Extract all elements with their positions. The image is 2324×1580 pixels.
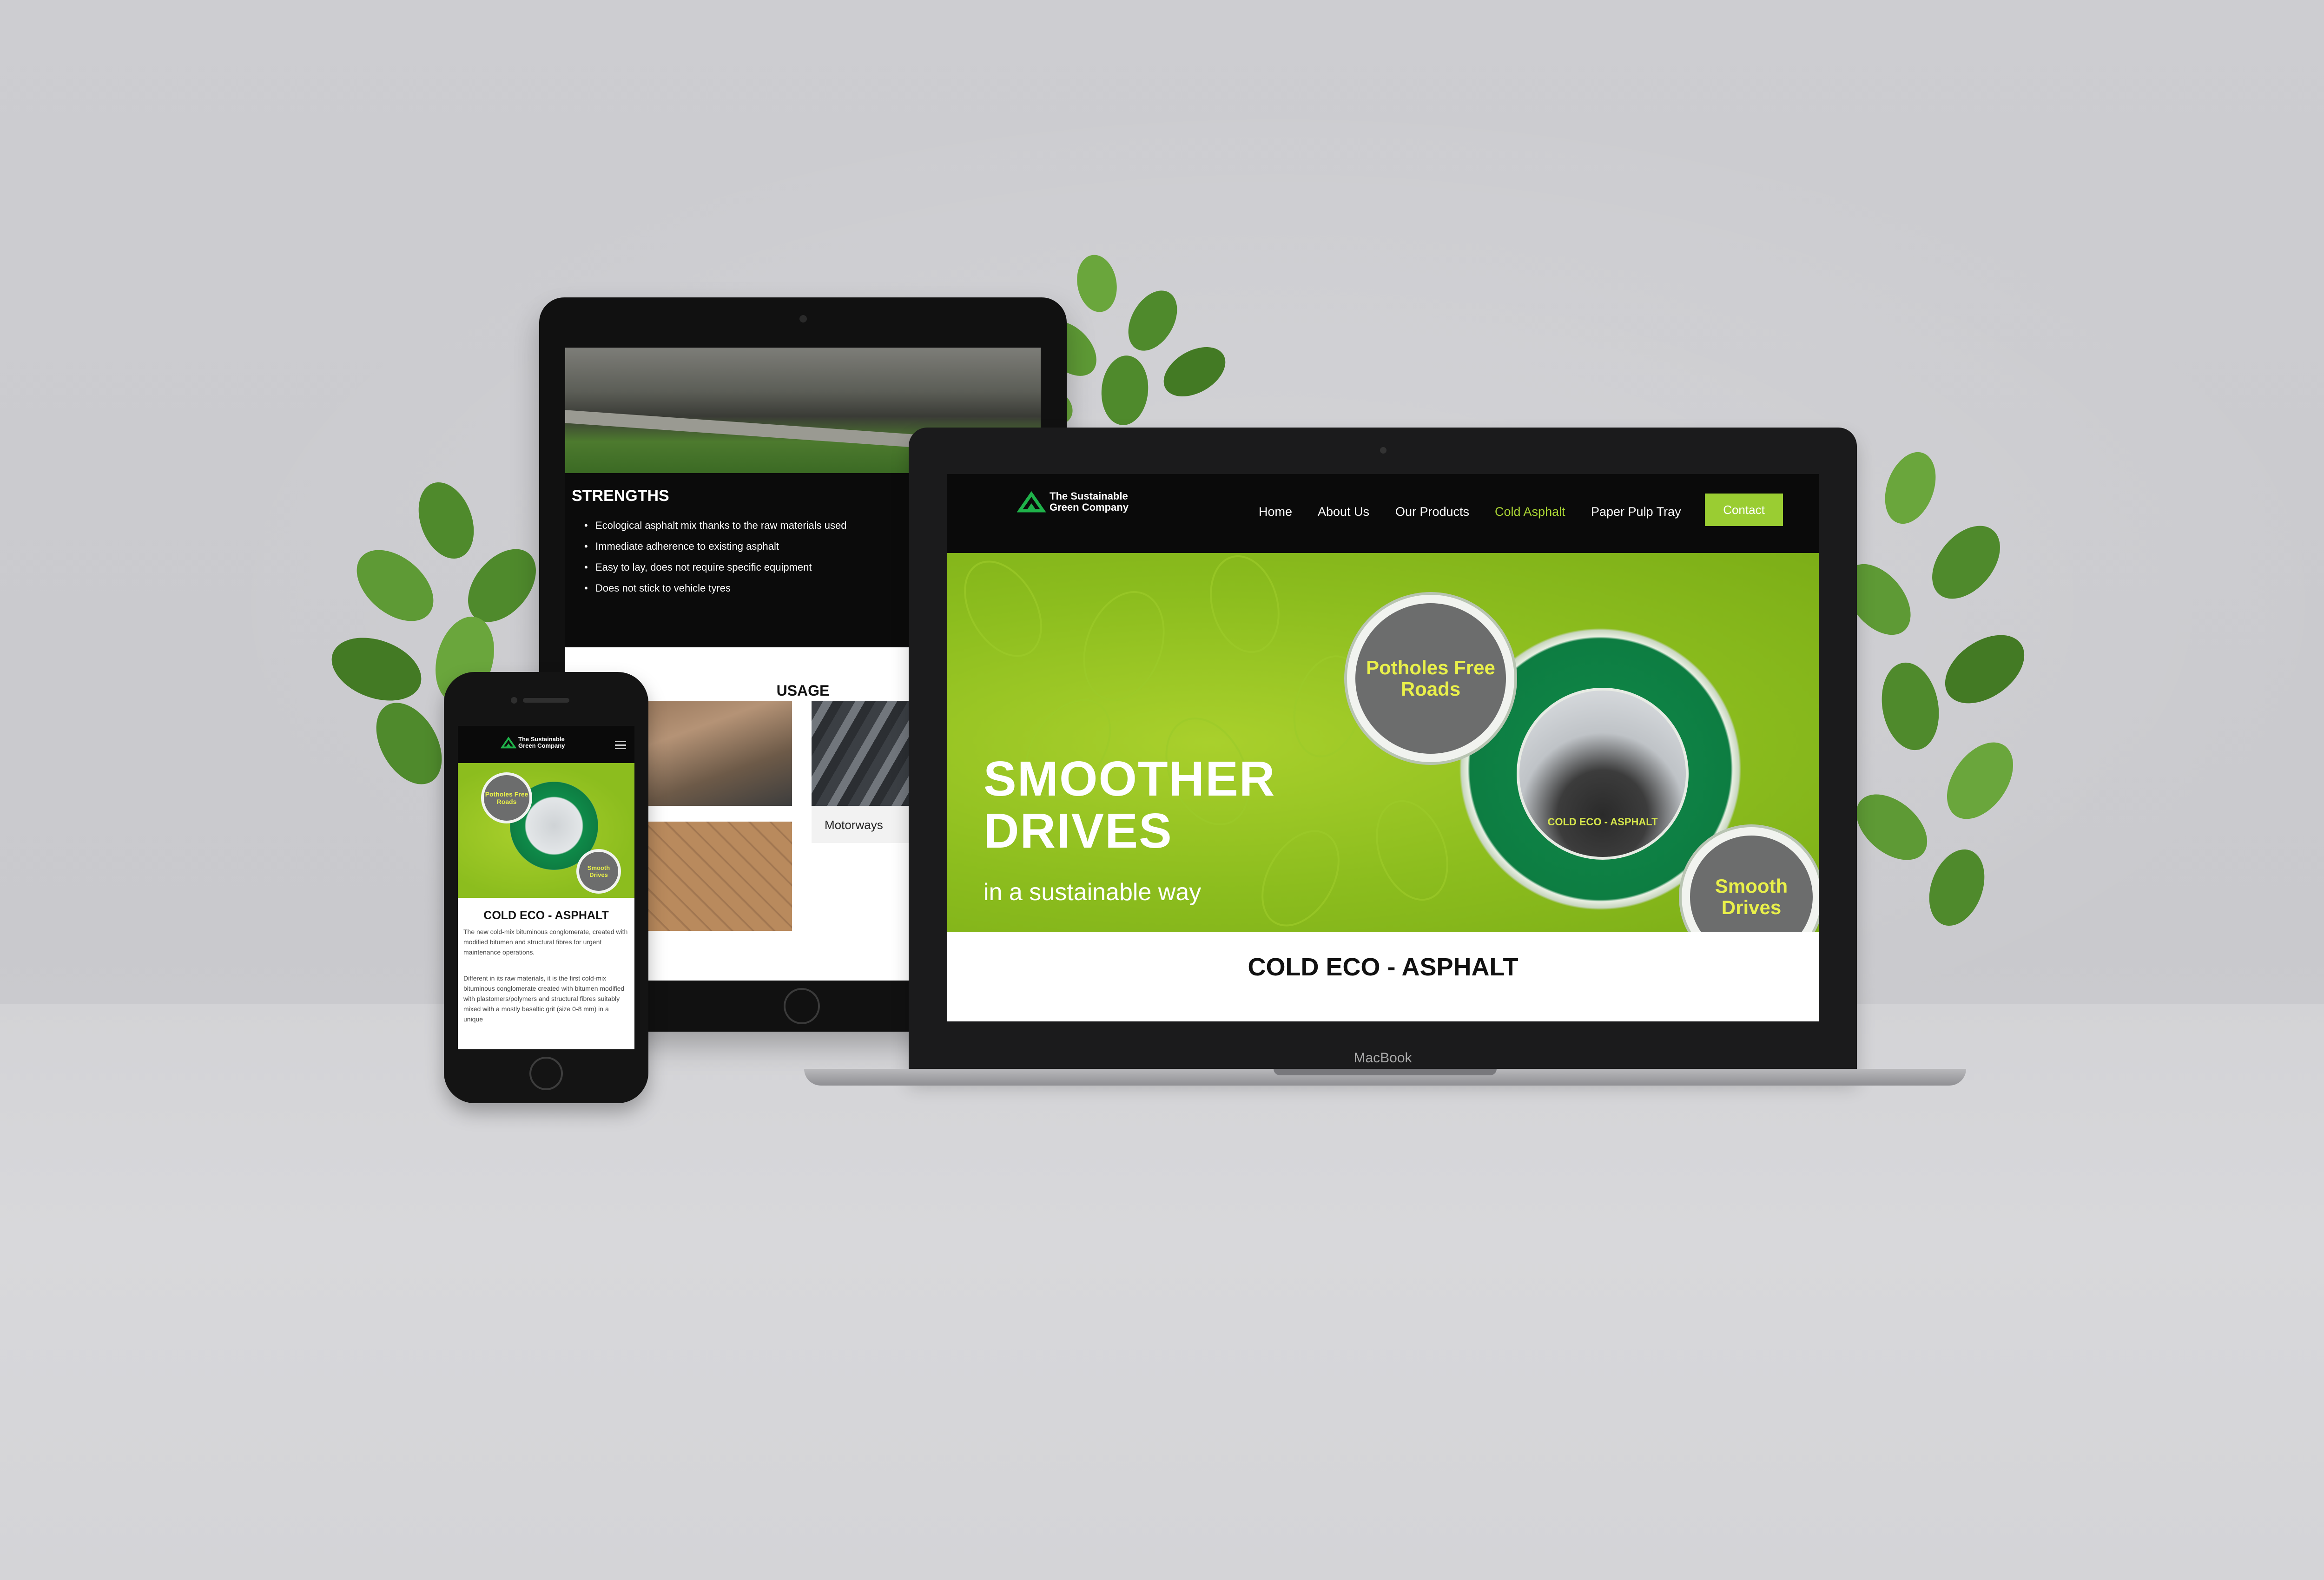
- laptop-brand-label: MacBook: [1353, 1050, 1412, 1066]
- phone-header: The Sustainable Green Company: [458, 726, 634, 763]
- strength-item: Does not stick to vehicle tyres: [584, 582, 846, 594]
- floor-surface: [0, 1004, 2324, 1580]
- hero-title-line-2: DRIVES: [984, 803, 1173, 858]
- hero-banner: SMOOTHER DRIVES in a sustainable way COL…: [947, 553, 1819, 932]
- strengths-title: STRENGTHS: [572, 487, 669, 505]
- strength-item: Easy to lay, does not require specific e…: [584, 561, 846, 573]
- product-label: COLD ECO - ASPHALT: [1547, 816, 1658, 828]
- phone-device: The Sustainable Green Company Potholes F…: [444, 672, 648, 1103]
- contact-button[interactable]: Contact: [1705, 494, 1783, 526]
- plant-right: [1827, 446, 2040, 957]
- strength-item: Ecological asphalt mix thanks to the raw…: [584, 520, 846, 532]
- laptop-base: [804, 1069, 1966, 1086]
- logo-text: The Sustainable Green Company: [1050, 491, 1129, 513]
- logo-line-1: The Sustainable: [1050, 490, 1128, 502]
- usage-card-label: Motorways: [825, 818, 883, 832]
- phone-section-title: COLD ECO - ASPHALT: [483, 909, 609, 922]
- phone-screen: The Sustainable Green Company Potholes F…: [458, 726, 634, 1049]
- laptop-screen: The Sustainable Green Company Home About…: [947, 474, 1819, 1021]
- hero-title: SMOOTHER DRIVES: [984, 753, 1275, 857]
- phone-logo-text: The Sustainable Green Company: [518, 736, 565, 749]
- nav-paper-pulp-tray[interactable]: Paper Pulp Tray: [1591, 505, 1681, 519]
- phone-bubble-potholes: Potholes Free Roads: [481, 772, 532, 823]
- laptop-device: The Sustainable Green Company Home About…: [909, 428, 1857, 1077]
- phone-paragraph-2: Different in its raw materials, it is th…: [463, 974, 625, 1023]
- tablet-camera: [799, 315, 807, 323]
- nav-about-us[interactable]: About Us: [1318, 505, 1369, 519]
- strength-item: Immediate adherence to existing asphalt: [584, 540, 846, 553]
- laptop-camera: [1380, 447, 1386, 454]
- hero-subtitle: in a sustainable way: [984, 879, 1202, 906]
- site-logo[interactable]: The Sustainable Green Company: [1017, 491, 1129, 513]
- hero-title-line-1: SMOOTHER: [984, 751, 1276, 806]
- hamburger-menu-icon[interactable]: [615, 741, 626, 749]
- nav-home[interactable]: Home: [1259, 505, 1292, 519]
- product-photo: COLD ECO - ASPHALT: [1517, 688, 1689, 860]
- phone-camera: [511, 697, 517, 704]
- site-header: The Sustainable Green Company Home About…: [947, 474, 1819, 553]
- phone-logo-line-1: The Sustainable: [518, 736, 565, 743]
- phone-hero: Potholes Free Roads Smooth Drives: [458, 763, 634, 898]
- tablet-home-button[interactable]: [784, 988, 820, 1024]
- phone-logo-line-2: Green Company: [518, 742, 565, 749]
- phone-speaker: [523, 698, 569, 703]
- logo-mark-icon: [1017, 491, 1046, 513]
- phone-home-button[interactable]: [529, 1057, 563, 1090]
- nav-cold-asphalt[interactable]: Cold Asphalt: [1495, 505, 1565, 519]
- laptop-notch: [1274, 1069, 1497, 1075]
- strengths-list: Ecological asphalt mix thanks to the raw…: [584, 520, 846, 603]
- bubble-potholes-free-roads: Potholes Free Roads: [1347, 595, 1514, 762]
- phone-bubble-smooth-drives: Smooth Drives: [576, 849, 621, 894]
- section-title: COLD ECO - ASPHALT: [1248, 953, 1519, 981]
- phone-paragraph-1: The new cold-mix bituminous conglomerate…: [463, 928, 628, 956]
- logo-line-2: Green Company: [1050, 501, 1129, 513]
- nav-our-products[interactable]: Our Products: [1395, 505, 1469, 519]
- phone-logo[interactable]: The Sustainable Green Company: [501, 736, 565, 749]
- phone-logo-mark-icon: [501, 737, 516, 749]
